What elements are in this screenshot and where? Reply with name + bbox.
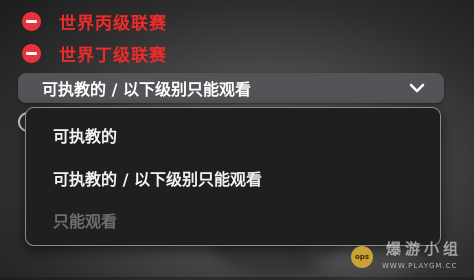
league-label: 世界丁级联赛 (59, 45, 167, 66)
permission-select[interactable]: 可执教的 / 以下级别只能观看 (18, 73, 444, 103)
league-row-bing: 世界丙级联赛 (22, 8, 167, 34)
league-row-ding: 世界丁级联赛 (22, 40, 167, 66)
dropdown-option-watch-only-disabled: 只能观看 (53, 212, 118, 231)
permission-dropdown-menu: 可执教的 可执教的 / 以下级别只能观看 只能观看 (25, 107, 441, 246)
watermark-url: WWW.PLAYGM.CC (382, 262, 458, 270)
site-watermark: ops 爆游小组 WWW.PLAYGM.CC (346, 236, 472, 276)
remove-league-icon[interactable] (22, 43, 41, 63)
select-value: 可执教的 / 以下级别只能观看 (42, 80, 251, 99)
remove-league-icon[interactable] (22, 11, 41, 31)
league-label: 世界丙级联赛 (59, 13, 167, 34)
dropdown-option-coachable[interactable]: 可执教的 (53, 123, 117, 147)
chevron-down-icon[interactable] (404, 75, 430, 101)
dropdown-option-coachable-lower-watch-only[interactable]: 可执教的 / 以下级别只能观看 (53, 166, 262, 190)
watermark-title: 爆游小组 (386, 240, 463, 258)
watermark-logo-icon: ops (351, 246, 373, 268)
